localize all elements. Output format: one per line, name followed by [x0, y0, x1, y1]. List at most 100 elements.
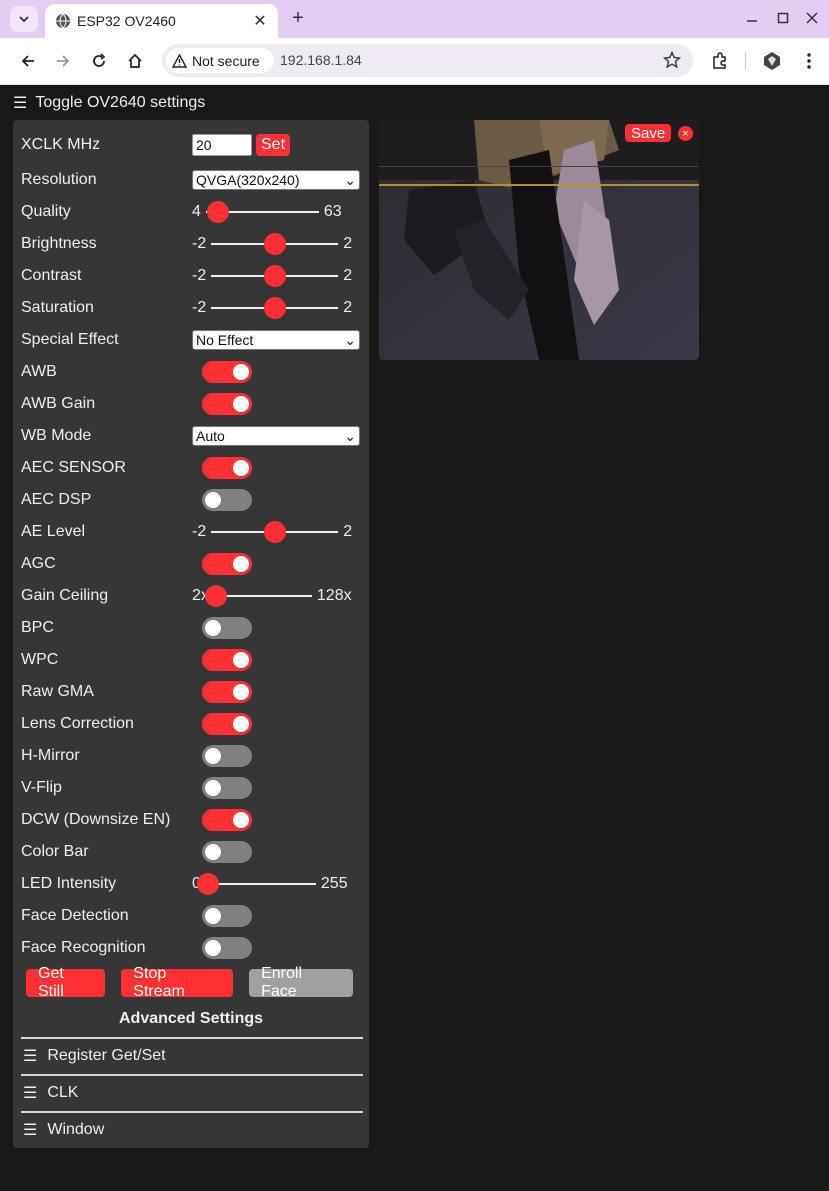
- v-flip-toggle[interactable]: [202, 777, 252, 799]
- extensions-button[interactable]: [706, 47, 734, 75]
- quality-max: 63: [323, 203, 342, 220]
- gain-ceiling-row: Gain Ceiling 2x 128x: [21, 584, 361, 608]
- url-text[interactable]: 192.168.1.84: [280, 52, 362, 68]
- agc-toggle[interactable]: [202, 553, 252, 575]
- camera-stream-image: [379, 120, 699, 360]
- special-effect-select[interactable]: No Effect ⌄: [192, 330, 360, 350]
- toggle-knob: [233, 684, 249, 700]
- color-bar-toggle[interactable]: [202, 841, 252, 863]
- resolution-value: QVGA(320x240): [196, 172, 300, 188]
- bookmark-star-icon[interactable]: [663, 51, 681, 69]
- xclk-input[interactable]: 20: [192, 134, 252, 156]
- color-bar-row: Color Bar: [21, 840, 361, 864]
- awb-gain-toggle[interactable]: [202, 393, 252, 415]
- saturation-slider-thumb[interactable]: [264, 297, 287, 319]
- profile-button[interactable]: [758, 47, 786, 75]
- contrast-slider[interactable]: [211, 265, 339, 287]
- register-get-set-section[interactable]: ☰ Register Get/Set: [21, 1037, 363, 1073]
- aec-dsp-toggle[interactable]: [202, 489, 252, 511]
- raw-gma-toggle[interactable]: [202, 681, 252, 703]
- minimize-button[interactable]: [740, 5, 764, 31]
- kebab-menu-icon: [807, 53, 811, 69]
- close-stream-icon[interactable]: ×: [678, 126, 693, 141]
- toggle-knob: [233, 652, 249, 668]
- aec-sensor-label: AEC SENSOR: [21, 459, 126, 476]
- contrast-min: -2: [192, 267, 207, 284]
- quality-min: 4: [192, 203, 201, 220]
- led-intensity-row: LED Intensity 0255: [21, 872, 361, 896]
- resolution-select[interactable]: QVGA(320x240) ⌄: [192, 170, 360, 190]
- clk-section[interactable]: ☰ CLK: [21, 1074, 363, 1110]
- contrast-label: Contrast: [21, 267, 82, 284]
- browser-menu-button[interactable]: [795, 47, 823, 75]
- get-still-button[interactable]: Get Still: [26, 965, 106, 1000]
- gain-ceiling-slider[interactable]: [204, 585, 312, 607]
- gain-ceiling-label: Gain Ceiling: [21, 587, 109, 604]
- quality-slider[interactable]: [205, 201, 319, 223]
- ae-level-slider[interactable]: [211, 521, 339, 543]
- reload-button[interactable]: [85, 47, 113, 75]
- chevron-down-icon: ⌄: [344, 171, 356, 188]
- toggle-knob: [233, 716, 249, 732]
- back-button[interactable]: [14, 47, 42, 75]
- tab-search-button[interactable]: [10, 6, 38, 32]
- brightness-slider[interactable]: [211, 233, 339, 255]
- saturation-slider[interactable]: [211, 297, 339, 319]
- bpc-toggle[interactable]: [202, 617, 252, 639]
- dcw-row: DCW (Downsize EN): [21, 808, 361, 832]
- xclk-set-button[interactable]: Set: [256, 134, 291, 156]
- dcw-label: DCW (Downsize EN): [21, 811, 171, 828]
- toggle-settings-label: Toggle OV2640 settings: [35, 94, 206, 111]
- address-bar[interactable]: Not secure 192.168.1.84: [162, 44, 693, 77]
- aec-dsp-label: AEC DSP: [21, 491, 92, 508]
- arrow-right-icon: [57, 55, 70, 67]
- tab-close-icon[interactable]: ✕: [250, 11, 270, 31]
- maximize-button[interactable]: [771, 5, 795, 31]
- aec-sensor-toggle[interactable]: [202, 457, 252, 479]
- page-content: ☰ Toggle OV2640 settings XCLK MHz 20 Set…: [0, 85, 829, 1191]
- face-recognition-toggle[interactable]: [202, 937, 252, 959]
- toggle-knob: [233, 556, 249, 572]
- home-button[interactable]: [121, 47, 149, 75]
- wpc-row: WPC: [21, 648, 361, 672]
- toggle-knob: [205, 940, 221, 956]
- ae-level-max: 2: [343, 523, 353, 540]
- security-chip[interactable]: Not secure: [166, 48, 274, 73]
- profile-avatar-icon: [764, 52, 780, 70]
- h-mirror-toggle[interactable]: [202, 745, 252, 767]
- contrast-slider-thumb[interactable]: [264, 265, 287, 287]
- ae-level-slider-thumb[interactable]: [264, 521, 287, 543]
- ae-level-row: AE Level -2 2: [21, 520, 361, 544]
- action-buttons: Get Still Stop Stream Enroll Face: [26, 965, 369, 1000]
- resolution-label: Resolution: [21, 171, 97, 188]
- maximize-icon: [777, 12, 789, 24]
- wpc-toggle[interactable]: [202, 649, 252, 671]
- stop-stream-button[interactable]: Stop Stream: [121, 965, 234, 1000]
- face-detection-toggle[interactable]: [202, 905, 252, 927]
- wb-mode-select[interactable]: Auto ⌄: [192, 426, 360, 446]
- security-label: Not secure: [192, 52, 260, 69]
- enroll-face-button[interactable]: Enroll Face: [249, 965, 353, 1000]
- warning-icon: [172, 53, 187, 68]
- window-section[interactable]: ☰ Window: [21, 1111, 363, 1147]
- awb-toggle[interactable]: [202, 361, 252, 383]
- gain-ceiling-slider-thumb[interactable]: [204, 585, 227, 607]
- v-flip-label: V-Flip: [21, 779, 62, 796]
- led-intensity-slider-thumb[interactable]: [196, 873, 219, 895]
- wb-mode-label: WB Mode: [21, 427, 92, 444]
- forward-button[interactable]: [49, 47, 77, 75]
- dcw-toggle[interactable]: [202, 809, 252, 831]
- saturation-label: Saturation: [21, 299, 94, 316]
- toggle-settings-header[interactable]: ☰ Toggle OV2640 settings: [13, 93, 205, 113]
- lens-correction-toggle[interactable]: [202, 713, 252, 735]
- browser-tab[interactable]: ESP32 OV2460 ✕: [45, 4, 278, 38]
- window-close-button[interactable]: [800, 5, 824, 31]
- new-tab-button[interactable]: +: [286, 5, 310, 31]
- led-intensity-slider[interactable]: [196, 873, 316, 895]
- awb-gain-label: AWB Gain: [21, 395, 96, 412]
- browser-toolbar: Not secure 192.168.1.84: [0, 38, 829, 85]
- quality-slider-thumb[interactable]: [206, 201, 229, 223]
- save-image-button[interactable]: Save: [625, 124, 672, 142]
- brightness-slider-thumb[interactable]: [264, 233, 287, 255]
- brightness-min: -2: [192, 235, 207, 252]
